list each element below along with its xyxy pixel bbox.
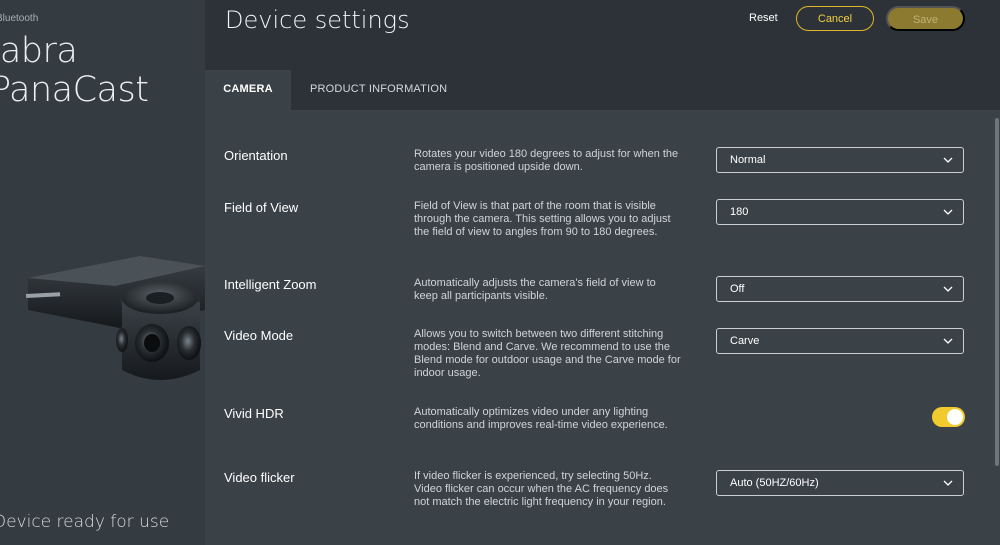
select-value: 180 (730, 206, 749, 218)
cancel-button[interactable]: Cancel (796, 6, 874, 31)
setting-description: Allows you to switch between two differe… (414, 328, 681, 379)
setting-description: Field of View is that part of the room t… (414, 200, 671, 238)
setting-label: Field of View (224, 200, 299, 215)
chevron-down-icon (943, 286, 953, 292)
setting-label: Orientation (224, 148, 288, 163)
page-title: Device settings (225, 6, 410, 34)
select-value: Off (730, 283, 745, 295)
setting-description: Automatically optimizes video under any … (414, 406, 668, 431)
chevron-down-icon (943, 480, 953, 486)
tab-product-information[interactable]: PRODUCT INFORMATION (310, 70, 447, 110)
chevron-down-icon (943, 209, 953, 215)
chevron-down-icon (943, 338, 953, 344)
setting-label: Video Mode (224, 328, 294, 343)
field-of-view-select[interactable]: 180 (716, 199, 964, 225)
vivid-hdr-toggle[interactable] (932, 407, 965, 427)
connection-type-label: Bluetooth (0, 13, 39, 24)
toggle-knob (947, 409, 963, 425)
intelligent-zoom-select[interactable]: Off (716, 276, 964, 302)
device-name-line-1: Jabra (0, 31, 78, 71)
device-name: Jabra PanaCast (0, 31, 149, 110)
tab-camera[interactable]: CAMERA (205, 70, 291, 110)
select-value: Carve (730, 335, 760, 347)
device-sidebar: Bluetooth Jabra PanaCast (0, 0, 205, 545)
select-value: Normal (730, 154, 766, 166)
setting-label: Intelligent Zoom (224, 277, 317, 292)
orientation-select[interactable]: Normal (716, 147, 964, 173)
setting-description: Automatically adjusts the camera's field… (414, 277, 656, 302)
settings-content: Orientation Rotates your video 180 degre… (205, 110, 1000, 545)
select-value: Auto (50HZ/60Hz) (730, 477, 819, 489)
device-name-line-2: PanaCast (0, 70, 149, 110)
setting-label: Video flicker (224, 470, 295, 485)
scrollbar-thumb[interactable] (995, 118, 999, 466)
device-camera-image (26, 256, 205, 380)
device-status-text: Device ready for use (0, 512, 170, 532)
video-flicker-select[interactable]: Auto (50HZ/60Hz) (716, 470, 964, 496)
settings-tabs: CAMERA PRODUCT INFORMATION (205, 70, 1000, 110)
setting-description: If video flicker is experienced, try sel… (414, 470, 669, 508)
reset-button[interactable]: Reset (737, 6, 790, 31)
chevron-down-icon (943, 157, 953, 163)
save-button[interactable]: Save (886, 6, 965, 31)
setting-description: Rotates your video 180 degrees to adjust… (414, 148, 679, 173)
video-mode-select[interactable]: Carve (716, 328, 964, 354)
settings-panel: Device settings Reset Cancel Save CAMERA… (205, 0, 1000, 545)
setting-label: Vivid HDR (224, 406, 284, 421)
